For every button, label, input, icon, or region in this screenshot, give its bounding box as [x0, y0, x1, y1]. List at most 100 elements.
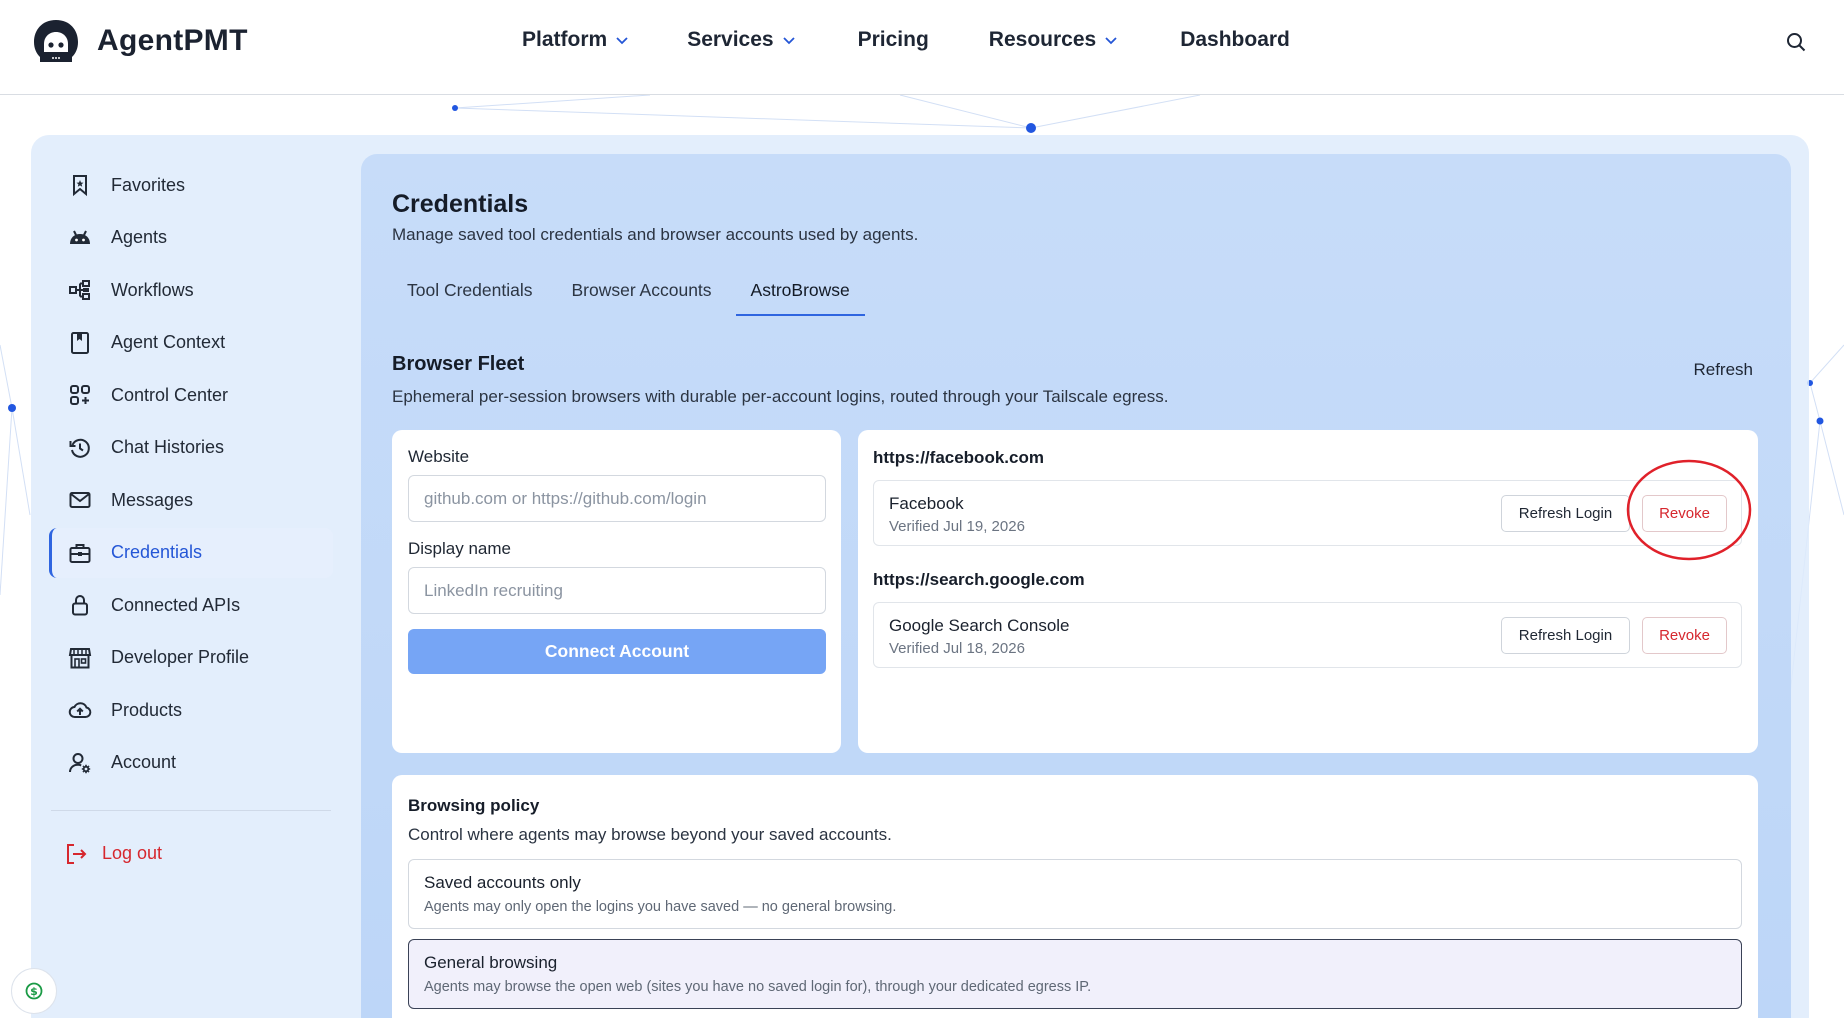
nav-resources-label: Resources: [988, 28, 1097, 51]
page-subtitle: Manage saved tool credentials and browse…: [392, 225, 919, 244]
chevron-down-icon: [616, 37, 628, 45]
policy-option-title: Saved accounts only: [424, 873, 581, 892]
policy-title: Browsing policy: [408, 796, 540, 815]
refresh-login-button[interactable]: Refresh Login: [1501, 617, 1630, 654]
brand-logo[interactable]: AgentPMT: [31, 18, 248, 64]
nav-dashboard-label: Dashboard: [1180, 28, 1290, 51]
history-icon: [69, 438, 90, 458]
display-name-label: Display name: [408, 539, 511, 558]
nav-dashboard[interactable]: Dashboard: [1180, 28, 1290, 52]
sidebar-item-label: Agents: [111, 227, 168, 247]
revoke-button[interactable]: Revoke: [1642, 617, 1727, 654]
sidebar-item-label: Account: [111, 752, 177, 772]
workflow-icon: [69, 280, 90, 300]
grid-plus-icon: [70, 385, 90, 405]
account-row: Google Search Console Verified Jul 18, 2…: [873, 602, 1742, 668]
account-name: Google Search Console: [889, 616, 1070, 635]
sidebar-item-label: Products: [111, 699, 183, 720]
sidebar-item-control-center[interactable]: Control Center: [49, 370, 333, 420]
policy-option-saved-only[interactable]: Saved accounts only Agents may only open…: [408, 859, 1742, 929]
sidebar-item-developer-profile[interactable]: Developer Profile: [49, 633, 333, 683]
sidebar-item-chat-histories[interactable]: Chat Histories: [49, 423, 333, 473]
mail-icon: [69, 492, 91, 508]
main-nav: Platform Services Pricing Resources Dash…: [522, 28, 1290, 52]
logout-icon: [67, 843, 87, 864]
nav-platform-label: Platform: [522, 28, 608, 51]
chevron-down-icon: [1105, 37, 1117, 45]
sidebar-item-label: Chat Histories: [111, 437, 225, 457]
credential-tabs: Tool Credentials Browser Accounts AstroB…: [392, 270, 865, 316]
sidebar-item-credentials[interactable]: Credentials: [49, 527, 333, 578]
sidebar-item-favorites[interactable]: Favorites: [49, 160, 333, 210]
nav-platform[interactable]: Platform: [522, 28, 629, 52]
tab-tool-credentials[interactable]: Tool Credentials: [392, 270, 547, 316]
android-icon: [70, 230, 90, 244]
sidebar-item-label: Agent Context: [111, 332, 226, 352]
sidebar-item-label: Messages: [111, 489, 194, 510]
logout-label: Log out: [102, 843, 163, 863]
policy-option-general-browsing[interactable]: General browsing Agents may browse the o…: [408, 939, 1742, 1009]
sidebar-item-label: Connected APIs: [111, 594, 241, 615]
billing-button[interactable]: $: [11, 968, 57, 1014]
page-title: Credentials: [392, 190, 529, 218]
robot-logo-icon: [34, 20, 78, 62]
account-name: Facebook: [889, 494, 964, 513]
top-navigation-bar: AgentPMT Platform Services Pricing Resou…: [0, 0, 1844, 95]
connect-account-button[interactable]: Connect Account: [408, 629, 826, 674]
browsing-policy: Browsing policy Control where agents may…: [392, 775, 1758, 1018]
logout-button[interactable]: Log out: [49, 829, 333, 879]
svg-text:$: $: [30, 985, 38, 998]
tab-browser-accounts[interactable]: Browser Accounts: [556, 270, 726, 316]
nav-resources[interactable]: Resources: [989, 28, 1118, 52]
dollar-coin-icon: $: [25, 982, 43, 1000]
policy-option-description: Agents may only open the logins you have…: [424, 899, 897, 915]
bookmark-icon: [73, 175, 87, 197]
account-verified-date: Verified Jul 19, 2026: [889, 518, 1025, 535]
website-input[interactable]: [408, 475, 826, 522]
account-row: Facebook Verified Jul 19, 2026 Refresh L…: [873, 480, 1742, 546]
briefcase-icon: [69, 543, 91, 563]
refresh-login-button[interactable]: Refresh Login: [1501, 495, 1630, 532]
sidebar: Favorites Agents Workflows Agent Context…: [49, 160, 333, 881]
book-icon: [71, 331, 89, 354]
account-host: https://search.google.com: [873, 570, 1085, 589]
nav-pricing[interactable]: Pricing: [858, 28, 929, 52]
sidebar-item-label: Workflows: [111, 279, 194, 300]
sidebar-divider: [51, 809, 331, 811]
sidebar-item-messages[interactable]: Messages: [49, 475, 333, 525]
sidebar-item-label: Credentials: [111, 542, 203, 562]
policy-option-title: General browsing: [424, 953, 558, 972]
sidebar-item-label: Developer Profile: [111, 647, 250, 667]
sidebar-item-products[interactable]: Products: [49, 685, 333, 735]
brand-name: AgentPMT: [97, 24, 248, 57]
sidebar-item-agents[interactable]: Agents: [49, 213, 333, 263]
search-icon[interactable]: [1784, 30, 1808, 54]
sidebar-item-label: Favorites: [111, 174, 186, 195]
sidebar-item-label: Control Center: [111, 384, 229, 405]
sidebar-item-connected-apis[interactable]: Connected APIs: [49, 580, 333, 630]
sidebar-item-account[interactable]: Account: [49, 738, 333, 788]
browser-fleet-subtitle: Ephemeral per-session browsers with dura…: [392, 387, 1169, 406]
policy-subtitle: Control where agents may browse beyond y…: [408, 825, 892, 844]
policy-option-description: Agents may browse the open web (sites yo…: [424, 979, 1092, 995]
nav-services[interactable]: Services: [687, 28, 795, 52]
nav-pricing-label: Pricing: [857, 28, 929, 51]
lock-icon: [72, 595, 88, 616]
refresh-button[interactable]: Refresh: [1681, 350, 1765, 390]
revoke-button[interactable]: Revoke: [1642, 495, 1727, 532]
connect-account-form: Website Display name Connect Account: [392, 430, 841, 753]
account-host: https://facebook.com: [873, 448, 1044, 467]
sidebar-item-agent-context[interactable]: Agent Context: [49, 318, 333, 368]
user-gear-icon: [69, 752, 91, 773]
credentials-panel: Credentials Manage saved tool credential…: [361, 154, 1791, 1018]
display-name-input[interactable]: [408, 567, 826, 614]
website-label: Website: [408, 447, 470, 466]
account-verified-date: Verified Jul 18, 2026: [889, 640, 1025, 657]
browser-fleet-title: Browser Fleet: [392, 353, 525, 375]
saved-accounts-list: https://facebook.com Facebook Verified J…: [858, 430, 1758, 753]
nav-services-label: Services: [687, 28, 774, 51]
sidebar-item-workflows[interactable]: Workflows: [49, 265, 333, 315]
chevron-down-icon: [782, 37, 795, 45]
tab-astrobrowse[interactable]: AstroBrowse: [735, 270, 865, 316]
cloud-upload-icon: [68, 702, 92, 719]
